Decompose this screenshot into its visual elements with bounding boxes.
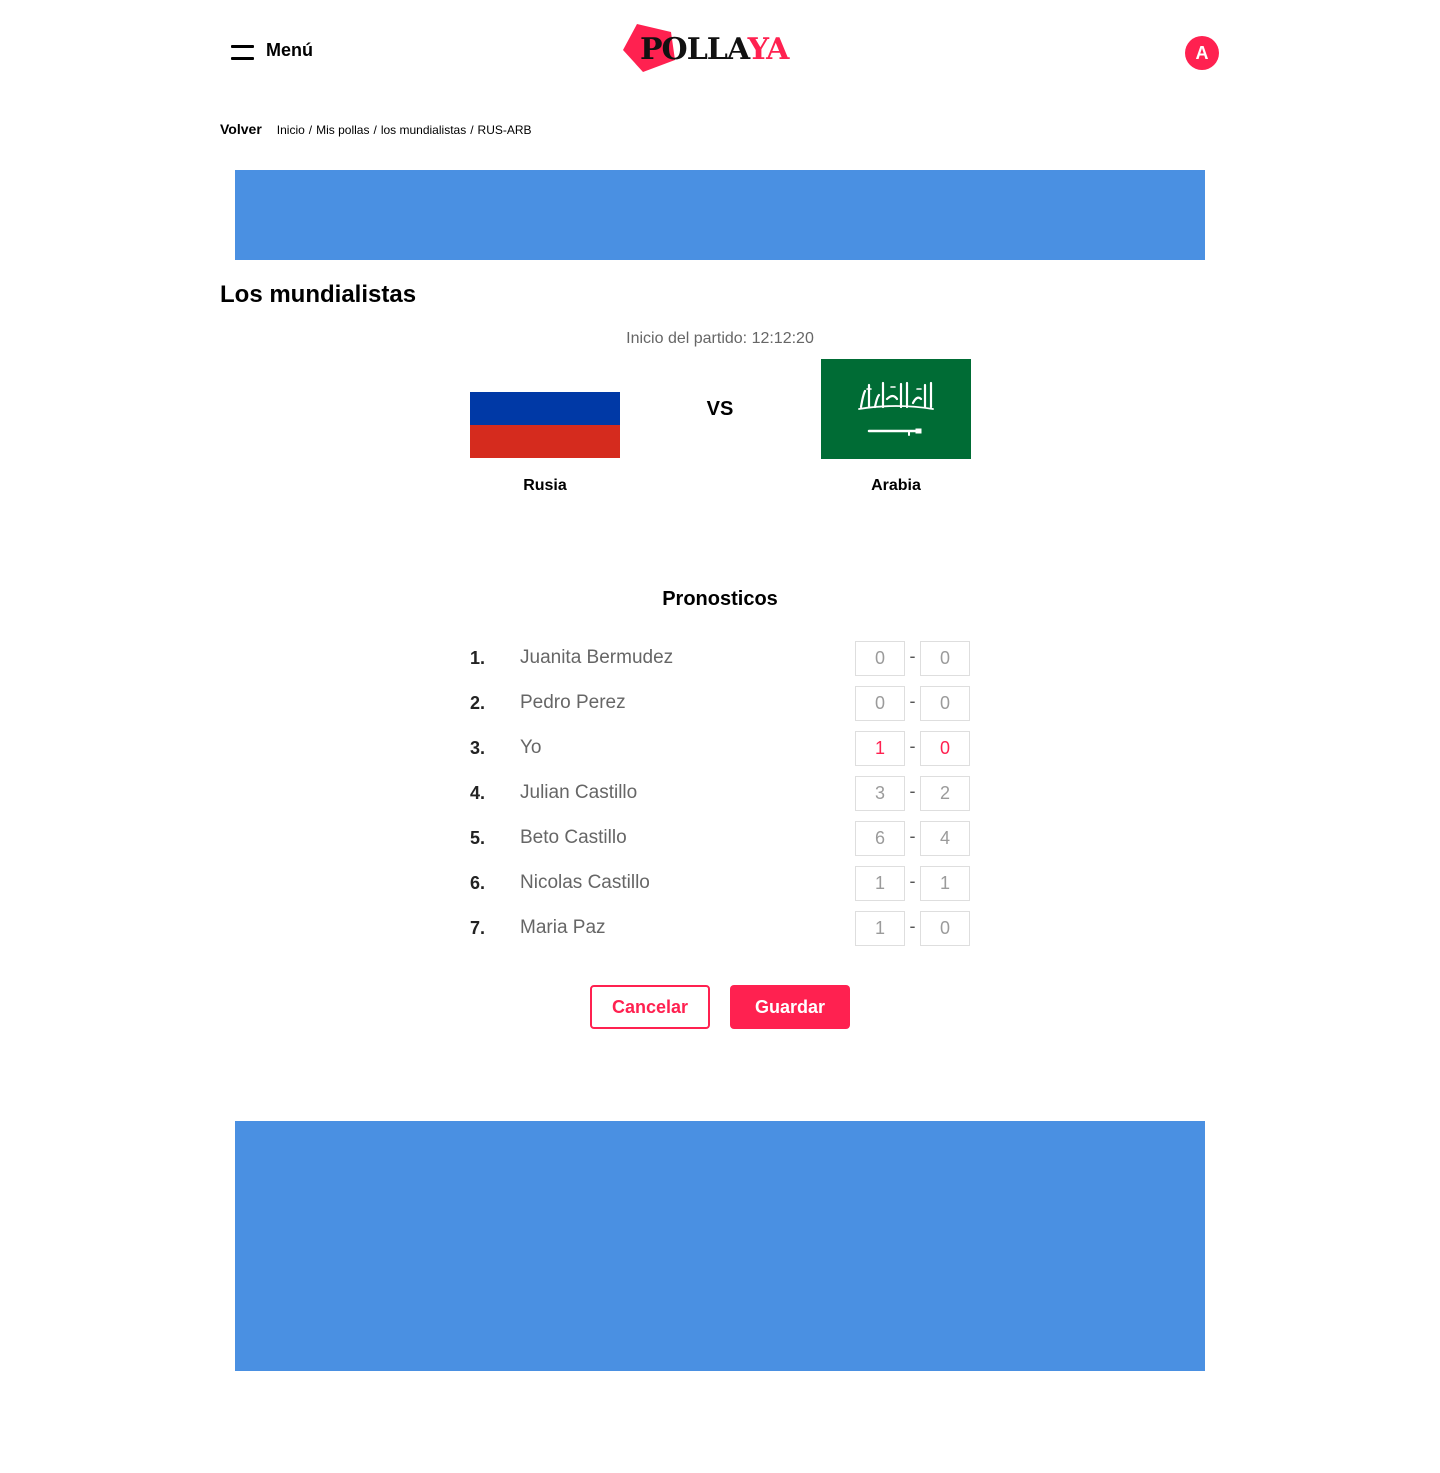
away-score-field: 1: [920, 866, 970, 901]
prediction-name: Pedro Perez: [520, 692, 626, 713]
score-dash: -: [909, 736, 916, 756]
away-score-field: 0: [920, 686, 970, 721]
prediction-rank: 2.: [470, 693, 486, 713]
breadcrumb: Inicio / Mis pollas / los mundialistas /…: [277, 123, 532, 137]
list-item: 7. Maria Paz 1 - 0: [470, 911, 970, 956]
list-item: 1. Juanita Bermudez 0 - 0: [470, 641, 970, 686]
breadcrumb-bar: Volver Inicio / Mis pollas / los mundial…: [220, 121, 532, 137]
prediction-rank: 6.: [470, 873, 486, 893]
back-link[interactable]: Volver: [220, 121, 262, 137]
away-score-field: 2: [920, 776, 970, 811]
score-dash: -: [909, 781, 916, 801]
prediction-name: Juanita Bermudez: [520, 647, 674, 668]
home-score-field: 0: [855, 641, 905, 676]
home-team-name: Rusia: [523, 477, 567, 494]
prediction-rank: 5.: [470, 828, 486, 848]
home-score-field: 0: [855, 686, 905, 721]
prediction-name: Yo: [520, 737, 542, 758]
match-start-time: Inicio del partido: 12:12:20: [626, 330, 814, 347]
score-dash: -: [909, 871, 916, 891]
saudi-arabia-flag-icon: [821, 359, 971, 459]
page-title: Los mundialistas: [220, 281, 417, 308]
predictions-title: Pronosticos: [662, 588, 778, 610]
save-button[interactable]: Guardar: [730, 985, 850, 1029]
away-score-field: 4: [920, 821, 970, 856]
pollaya-logo[interactable]: POLLAYA: [623, 22, 803, 74]
list-item: 2. Pedro Perez 0 - 0: [470, 686, 970, 731]
home-score-field: 3: [855, 776, 905, 811]
score-dash: -: [909, 646, 916, 666]
away-score-field: 0: [920, 641, 970, 676]
prediction-rank: 1.: [470, 648, 486, 668]
home-score-field: 1: [855, 911, 905, 946]
logo-text-polla: POLLA: [640, 32, 749, 67]
menu-button[interactable]: Menú: [231, 40, 313, 61]
prediction-name: Nicolas Castillo: [520, 872, 650, 893]
breadcrumb-mis-pollas[interactable]: Mis pollas: [316, 123, 369, 137]
prediction-name: Julian Castillo: [520, 782, 638, 803]
away-score-input[interactable]: 0: [920, 731, 970, 766]
vs-label: VS: [706, 398, 734, 420]
ad-banner-bottom[interactable]: [235, 1121, 1205, 1371]
score-dash: -: [909, 916, 916, 936]
list-item-own-prediction: 3. Yo 1 - 0: [470, 731, 970, 776]
score-dash: -: [909, 826, 916, 846]
home-score-input[interactable]: 1: [855, 731, 905, 766]
breadcrumb-inicio[interactable]: Inicio: [277, 123, 305, 137]
prediction-rank: 7.: [470, 918, 486, 938]
score-dash: -: [909, 691, 916, 711]
ad-banner-top[interactable]: [235, 170, 1205, 260]
breadcrumb-los-mundialistas[interactable]: los mundialistas: [381, 123, 466, 137]
list-item: 4. Julian Castillo 3 - 2: [470, 776, 970, 821]
prediction-rank: 4.: [470, 783, 486, 803]
breadcrumb-separator: /: [373, 123, 377, 137]
prediction-rank: 3.: [470, 738, 486, 758]
home-score-field: 6: [855, 821, 905, 856]
breadcrumb-current: RUS-ARB: [477, 123, 532, 137]
away-team: Arabia: [821, 359, 971, 495]
away-team-name: Arabia: [871, 477, 921, 494]
logo-text-ya: YA: [747, 32, 790, 67]
home-score-field: 1: [855, 866, 905, 901]
predictions-list: 1. Juanita Bermudez 0 - 0 2. Pedro Perez…: [470, 641, 970, 956]
breadcrumb-separator: /: [470, 123, 474, 137]
cancel-button[interactable]: Cancelar: [590, 985, 710, 1029]
home-team: Rusia: [470, 359, 620, 495]
user-avatar[interactable]: A: [1185, 36, 1219, 70]
menu-label: Menú: [266, 40, 313, 60]
prediction-name: Beto Castillo: [520, 827, 627, 848]
list-item: 5. Beto Castillo 6 - 4: [470, 821, 970, 866]
hamburger-icon: [231, 43, 254, 60]
breadcrumb-separator: /: [308, 123, 313, 137]
list-item: 6. Nicolas Castillo 1 - 1: [470, 866, 970, 911]
away-score-field: 0: [920, 911, 970, 946]
prediction-name: Maria Paz: [520, 917, 606, 938]
